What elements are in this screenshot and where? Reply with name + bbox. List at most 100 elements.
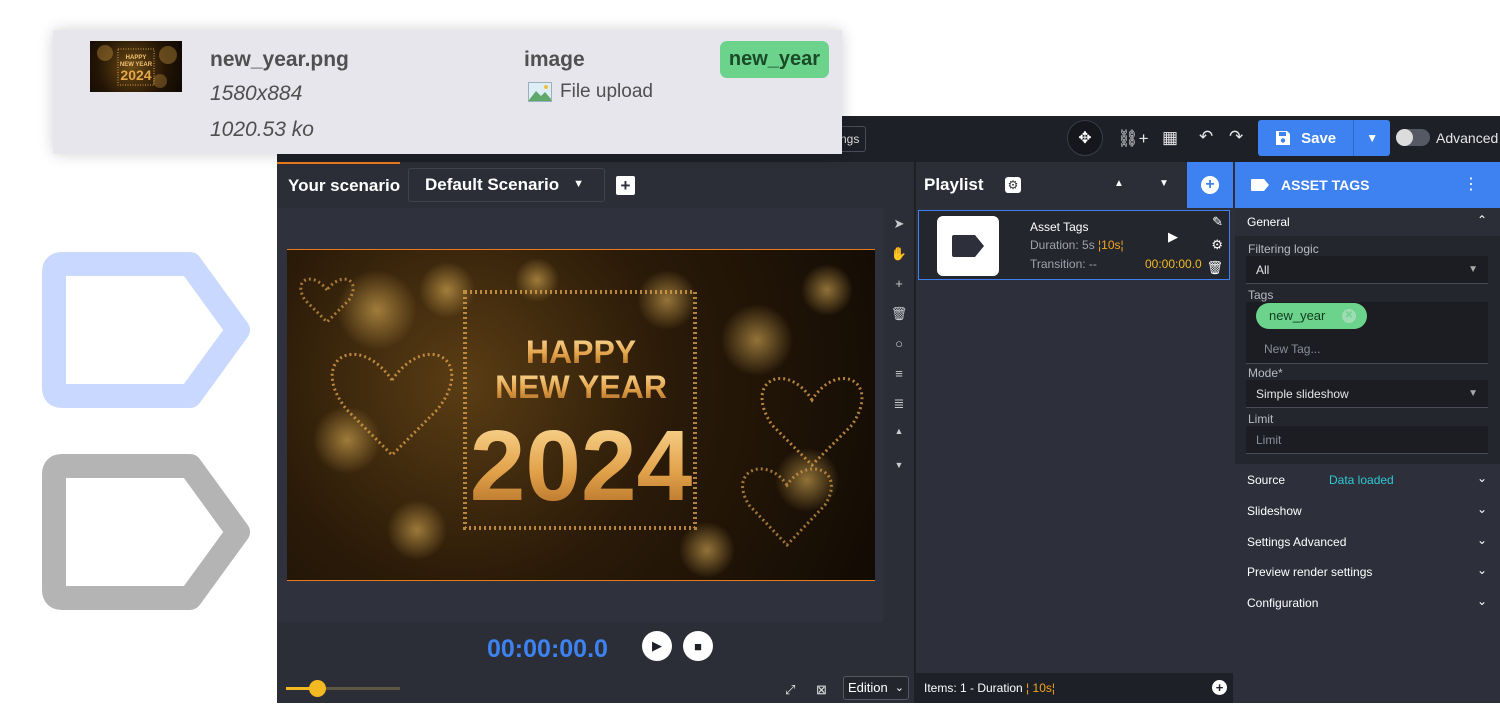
section-configuration[interactable]: Configuration ⌄ — [1235, 589, 1500, 617]
add-playlist-item-button[interactable]: + — [1187, 162, 1233, 208]
section-preview-render[interactable]: Preview render settings ⌄ — [1235, 558, 1500, 586]
playlist-panel: Playlist ⚙ ▲ ▼ + Asset Tags Duration: 5s… — [914, 162, 1233, 703]
chevron-down-icon: ⌄ — [1477, 563, 1488, 577]
properties-panel: ASSET TAGS ⋮ General ⌃ Filtering logic A… — [1235, 162, 1500, 703]
tag-icon — [1251, 179, 1269, 191]
save-button-group: Save ▼ — [1258, 120, 1390, 156]
section-preview-render-label: Preview render settings — [1247, 565, 1373, 579]
add-hierarchy-icon[interactable]: ⛓+ — [1117, 129, 1149, 149]
asset-type: image — [524, 48, 585, 71]
sort-ascending-icon[interactable]: ≡ — [890, 366, 908, 381]
asset-thumbnail-image: HAPPY NEW YEAR 2024 — [97, 45, 177, 88]
caret-down-icon: ▼ — [1468, 264, 1478, 275]
caret-down-icon: ▼ — [573, 178, 584, 190]
play-icon[interactable]: ▶ — [1168, 229, 1178, 245]
image-text-new-year: NEW YEAR — [495, 369, 667, 405]
move-down-icon[interactable]: ▼ — [1159, 178, 1169, 189]
timecode: 00:00:00.0 — [487, 635, 608, 663]
asset-source-label: File upload — [560, 81, 653, 102]
image-text-year: 2024 — [470, 410, 693, 522]
fullscreen-icon[interactable]: ⤢ — [785, 682, 795, 698]
active-tab-underline — [277, 162, 400, 164]
caret-down-icon: ▼ — [1366, 131, 1379, 145]
layout-icon[interactable]: ▦ — [1162, 128, 1178, 148]
playlist-item-name: Asset Tags — [1030, 220, 1089, 234]
save-dropdown-button[interactable]: ▼ — [1353, 120, 1390, 156]
move-button[interactable]: ✥ — [1067, 120, 1103, 156]
add-scenario-button[interactable]: + — [616, 176, 635, 195]
new-tag-input[interactable]: New Tag... — [1264, 342, 1320, 356]
more-vertical-icon[interactable]: ⋮ — [1463, 174, 1479, 194]
floppy-disk-icon — [1276, 131, 1291, 145]
section-slideshow[interactable]: Slideshow ⌄ — [1235, 497, 1500, 525]
move-arrows-icon: ✥ — [1078, 130, 1092, 147]
trash-icon[interactable]: 🗑 — [1206, 260, 1223, 276]
tag-outline-blue-icon — [42, 252, 250, 408]
limit-input[interactable]: Limit — [1246, 426, 1488, 454]
asset-thumbnail[interactable]: HAPPY NEW YEAR 2024 — [90, 41, 182, 92]
undo-icon[interactable]: ↶ — [1199, 127, 1213, 147]
asset-source: File upload — [528, 81, 653, 103]
playlist-title: Playlist — [924, 175, 984, 194]
chevron-down-icon: ⌄ — [1477, 533, 1488, 547]
play-icon: ▶ — [652, 638, 662, 653]
playlist-header: Playlist ⚙ ▲ ▼ + — [916, 162, 1233, 208]
sort-descending-icon[interactable]: ≣ — [890, 396, 908, 412]
plus-icon[interactable]: + — [890, 276, 908, 291]
pencil-icon[interactable]: ✎ — [1212, 214, 1223, 230]
scenario-select[interactable]: Default Scenario ▼ — [408, 168, 605, 202]
playlist-item-duration: Duration: 5s ¦10s¦ — [1030, 238, 1124, 252]
playlist-item-thumbnail — [937, 216, 999, 276]
section-slideshow-label: Slideshow — [1247, 504, 1302, 518]
playlist-item[interactable]: Asset Tags Duration: 5s ¦10s¦ Transition… — [918, 210, 1230, 280]
gear-icon[interactable]: ⚙ — [1211, 237, 1223, 253]
close-circle-icon[interactable]: ✕ — [1342, 309, 1356, 323]
chevron-up-icon: ⌃ — [1477, 213, 1488, 227]
mode-field-value: Simple slideshow — [1256, 387, 1349, 401]
move-down-icon[interactable]: ▼ — [890, 460, 908, 470]
app-window: ngs ✥ ⛓+ ▦ ↶ ↷ Save ▼ Advanced Your scen… — [277, 116, 1500, 703]
filtering-value: All — [1256, 263, 1270, 277]
hand-icon[interactable]: ✋ — [890, 246, 908, 262]
zoom-slider-handle[interactable] — [309, 680, 327, 697]
asset-file-name: new_year.png — [210, 48, 349, 71]
image-text-happy: HAPPY — [526, 334, 636, 370]
trash-icon[interactable]: 🗑 — [890, 306, 908, 322]
mode-label: Mode* — [1248, 366, 1283, 380]
filtering-select[interactable]: All ▼ — [1246, 256, 1488, 284]
gear-icon[interactable]: ⚙ — [1005, 177, 1021, 193]
playlist-item-time: 00:00:00.0 — [1145, 257, 1202, 271]
section-settings-advanced[interactable]: Settings Advanced ⌄ — [1235, 528, 1500, 556]
preview-canvas[interactable]: HAPPY NEW YEAR 2024 — [287, 249, 875, 581]
add-item-button[interactable]: + — [1212, 680, 1227, 695]
canvas-tools: ➤ ✋ + 🗑 ○ ≡ ≣ ▲ ▼ — [886, 208, 912, 622]
play-button[interactable]: ▶ — [642, 631, 672, 661]
section-general[interactable]: General ⌃ — [1235, 208, 1500, 236]
asset-tag-badge[interactable]: new_year — [720, 41, 829, 78]
redo-icon[interactable]: ↷ — [1229, 127, 1243, 147]
general-section-body: Filtering logic All ▼ Tags New Tag... Mo… — [1235, 236, 1500, 464]
mode-field-select[interactable]: Simple slideshow ▼ — [1246, 380, 1488, 408]
stop-button[interactable]: ■ — [683, 631, 713, 661]
tag-chip-label: new_year — [1269, 308, 1326, 323]
limit-placeholder: Limit — [1256, 433, 1282, 447]
advanced-toggle[interactable] — [1396, 129, 1430, 146]
pointer-icon[interactable]: ➤ — [890, 216, 908, 232]
chevron-down-icon: ⌄ — [1477, 594, 1488, 608]
section-source[interactable]: Source Data loaded ⌄ — [1235, 466, 1500, 494]
asset-dimensions: 1580x884 — [210, 82, 303, 105]
zoom-slider[interactable] — [286, 687, 400, 690]
plus-circle-icon: + — [1201, 176, 1219, 194]
tag-outline-gray-icon — [42, 454, 250, 610]
move-up-icon[interactable]: ▲ — [1114, 178, 1124, 189]
svg-text:HAPPY: HAPPY — [126, 55, 147, 61]
close-box-icon[interactable]: ⊠ — [816, 682, 827, 698]
move-up-icon[interactable]: ▲ — [890, 426, 908, 436]
stop-icon: ■ — [694, 638, 702, 654]
chevron-down-icon: ⌄ — [894, 682, 904, 694]
tag-chip[interactable]: new_year ✕ — [1256, 303, 1367, 329]
save-label: Save — [1301, 129, 1337, 147]
mode-select[interactable]: Edition ⌄ — [843, 676, 909, 700]
circle-icon[interactable]: ○ — [890, 336, 908, 351]
save-button[interactable]: Save — [1258, 120, 1353, 156]
